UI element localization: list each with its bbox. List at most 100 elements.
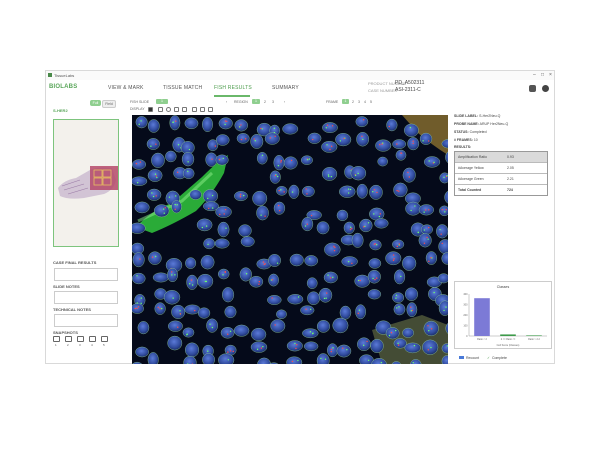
probe-signal	[263, 263, 265, 266]
probe-name-key: PROBE NAME:	[454, 122, 479, 126]
probe-signal	[412, 140, 414, 142]
probe-signal	[243, 194, 245, 197]
cell-nucleus	[189, 189, 202, 200]
probe-signal	[327, 174, 330, 176]
grid-icon[interactable]	[174, 107, 179, 112]
cell-nucleus	[336, 344, 352, 358]
cell-nucleus	[355, 116, 369, 128]
snapshot-2[interactable]	[65, 336, 72, 342]
cell-nucleus	[288, 184, 300, 199]
snapshot-4[interactable]	[89, 336, 96, 342]
snapshot-1[interactable]	[53, 336, 60, 342]
probe-signal	[223, 213, 225, 215]
region-3[interactable]: 3	[272, 100, 274, 104]
table-row[interactable]: Total Counted 724	[455, 185, 547, 195]
probe-signal	[414, 205, 416, 207]
fish-slide-selector[interactable]: 1	[156, 99, 168, 104]
snapshot-3[interactable]	[77, 336, 84, 342]
window-title: TissueLabs	[54, 73, 75, 78]
probe-signal	[262, 261, 265, 263]
region-2[interactable]: 2	[264, 100, 266, 104]
result-key: Amplification Ratio	[458, 155, 487, 159]
frame-1[interactable]: 1	[342, 99, 349, 104]
probe-signal	[372, 191, 374, 193]
probe-signal	[211, 207, 214, 209]
probe-signal	[155, 195, 157, 197]
probe-signal	[201, 226, 204, 229]
display-label: DISPLAY	[130, 107, 145, 111]
frame-3[interactable]: 3	[358, 100, 360, 104]
cell-nucleus	[321, 140, 338, 153]
probe-signal	[229, 350, 232, 352]
cell-nucleus	[369, 184, 383, 200]
cell-nucleus	[202, 189, 218, 204]
bar-2	[500, 334, 516, 336]
complete-legend[interactable]: ✓ Complete	[487, 356, 507, 360]
probe-signal	[362, 119, 365, 121]
minimize-icon[interactable]: –	[533, 72, 536, 78]
cell-nucleus	[354, 274, 371, 288]
close-icon[interactable]: ×	[549, 72, 552, 78]
table-row[interactable]: Amplification Ratio 0.93	[455, 152, 547, 163]
toggle-field[interactable]: Field	[102, 100, 116, 108]
display-color-icon[interactable]	[148, 107, 153, 112]
probe-signal	[274, 324, 276, 326]
cell-nucleus	[393, 182, 408, 198]
display-mode-icon[interactable]	[158, 107, 163, 112]
slide-notes-field[interactable]	[54, 291, 118, 304]
recount-legend[interactable]: Recount	[459, 356, 479, 360]
cell-nucleus	[406, 302, 418, 318]
frame-4[interactable]: 4	[364, 100, 366, 104]
slide-notes-label: SLIDE NOTES	[53, 284, 80, 289]
eye-icon[interactable]	[166, 107, 171, 112]
slide-label-key: SLIDE LABEL:	[454, 114, 479, 118]
cell-nucleus	[386, 118, 398, 132]
prev-region-icon[interactable]: ‹	[226, 100, 227, 104]
technical-notes-field[interactable]	[54, 314, 118, 327]
cell-nucleus	[368, 258, 382, 269]
cell-nucleus	[327, 343, 339, 358]
probe-signal	[179, 313, 182, 315]
cell-nucleus	[132, 159, 147, 170]
fish-image-viewer[interactable]	[132, 115, 448, 364]
snapshot-5[interactable]	[101, 336, 108, 342]
probe-signal	[254, 140, 256, 142]
tab-tissue-match[interactable]: TISSUE MATCH	[163, 85, 202, 91]
cell-nucleus	[249, 275, 264, 288]
probe-signal	[349, 228, 352, 231]
tab-fish-results[interactable]: FISH RESULTS	[214, 85, 252, 91]
probe-signal	[207, 350, 209, 352]
probe-signal	[214, 145, 217, 147]
frame-5[interactable]: 5	[370, 100, 372, 104]
region-1[interactable]: 1	[252, 99, 260, 104]
image-icon[interactable]	[200, 107, 205, 112]
help-icon[interactable]	[542, 85, 549, 92]
probe-signal	[225, 227, 227, 229]
probe-signal	[329, 148, 331, 151]
cell-nucleus	[215, 134, 230, 146]
probe-signal	[396, 189, 398, 192]
fluorescence-image	[132, 115, 448, 364]
export-icon[interactable]	[208, 107, 213, 112]
probe-signal	[297, 296, 300, 298]
layers-icon[interactable]	[182, 107, 187, 112]
maximize-icon[interactable]: □	[541, 72, 544, 78]
crop-icon[interactable]	[192, 107, 197, 112]
probe-signal	[280, 189, 282, 191]
frame-2[interactable]: 2	[352, 100, 354, 104]
cell-nucleus	[306, 277, 318, 289]
slide-overview[interactable]	[53, 119, 119, 247]
tab-view-mark[interactable]: VIEW & MARK	[108, 85, 144, 91]
cell-nucleus	[370, 338, 384, 354]
next-region-icon[interactable]: ›	[284, 100, 285, 104]
probe-signal	[347, 192, 350, 194]
probe-signal	[417, 231, 419, 234]
probe-signal	[422, 140, 424, 142]
table-row[interactable]: #Average Green 2.21	[455, 174, 547, 185]
table-row[interactable]: #Average Yellow 2.05	[455, 163, 547, 174]
toggle-full[interactable]: Full	[90, 100, 101, 106]
tab-summary[interactable]: SUMMARY	[272, 85, 299, 91]
panel-icon[interactable]	[529, 85, 536, 92]
cell-nucleus	[217, 221, 230, 238]
case-final-results-field[interactable]	[54, 268, 118, 281]
